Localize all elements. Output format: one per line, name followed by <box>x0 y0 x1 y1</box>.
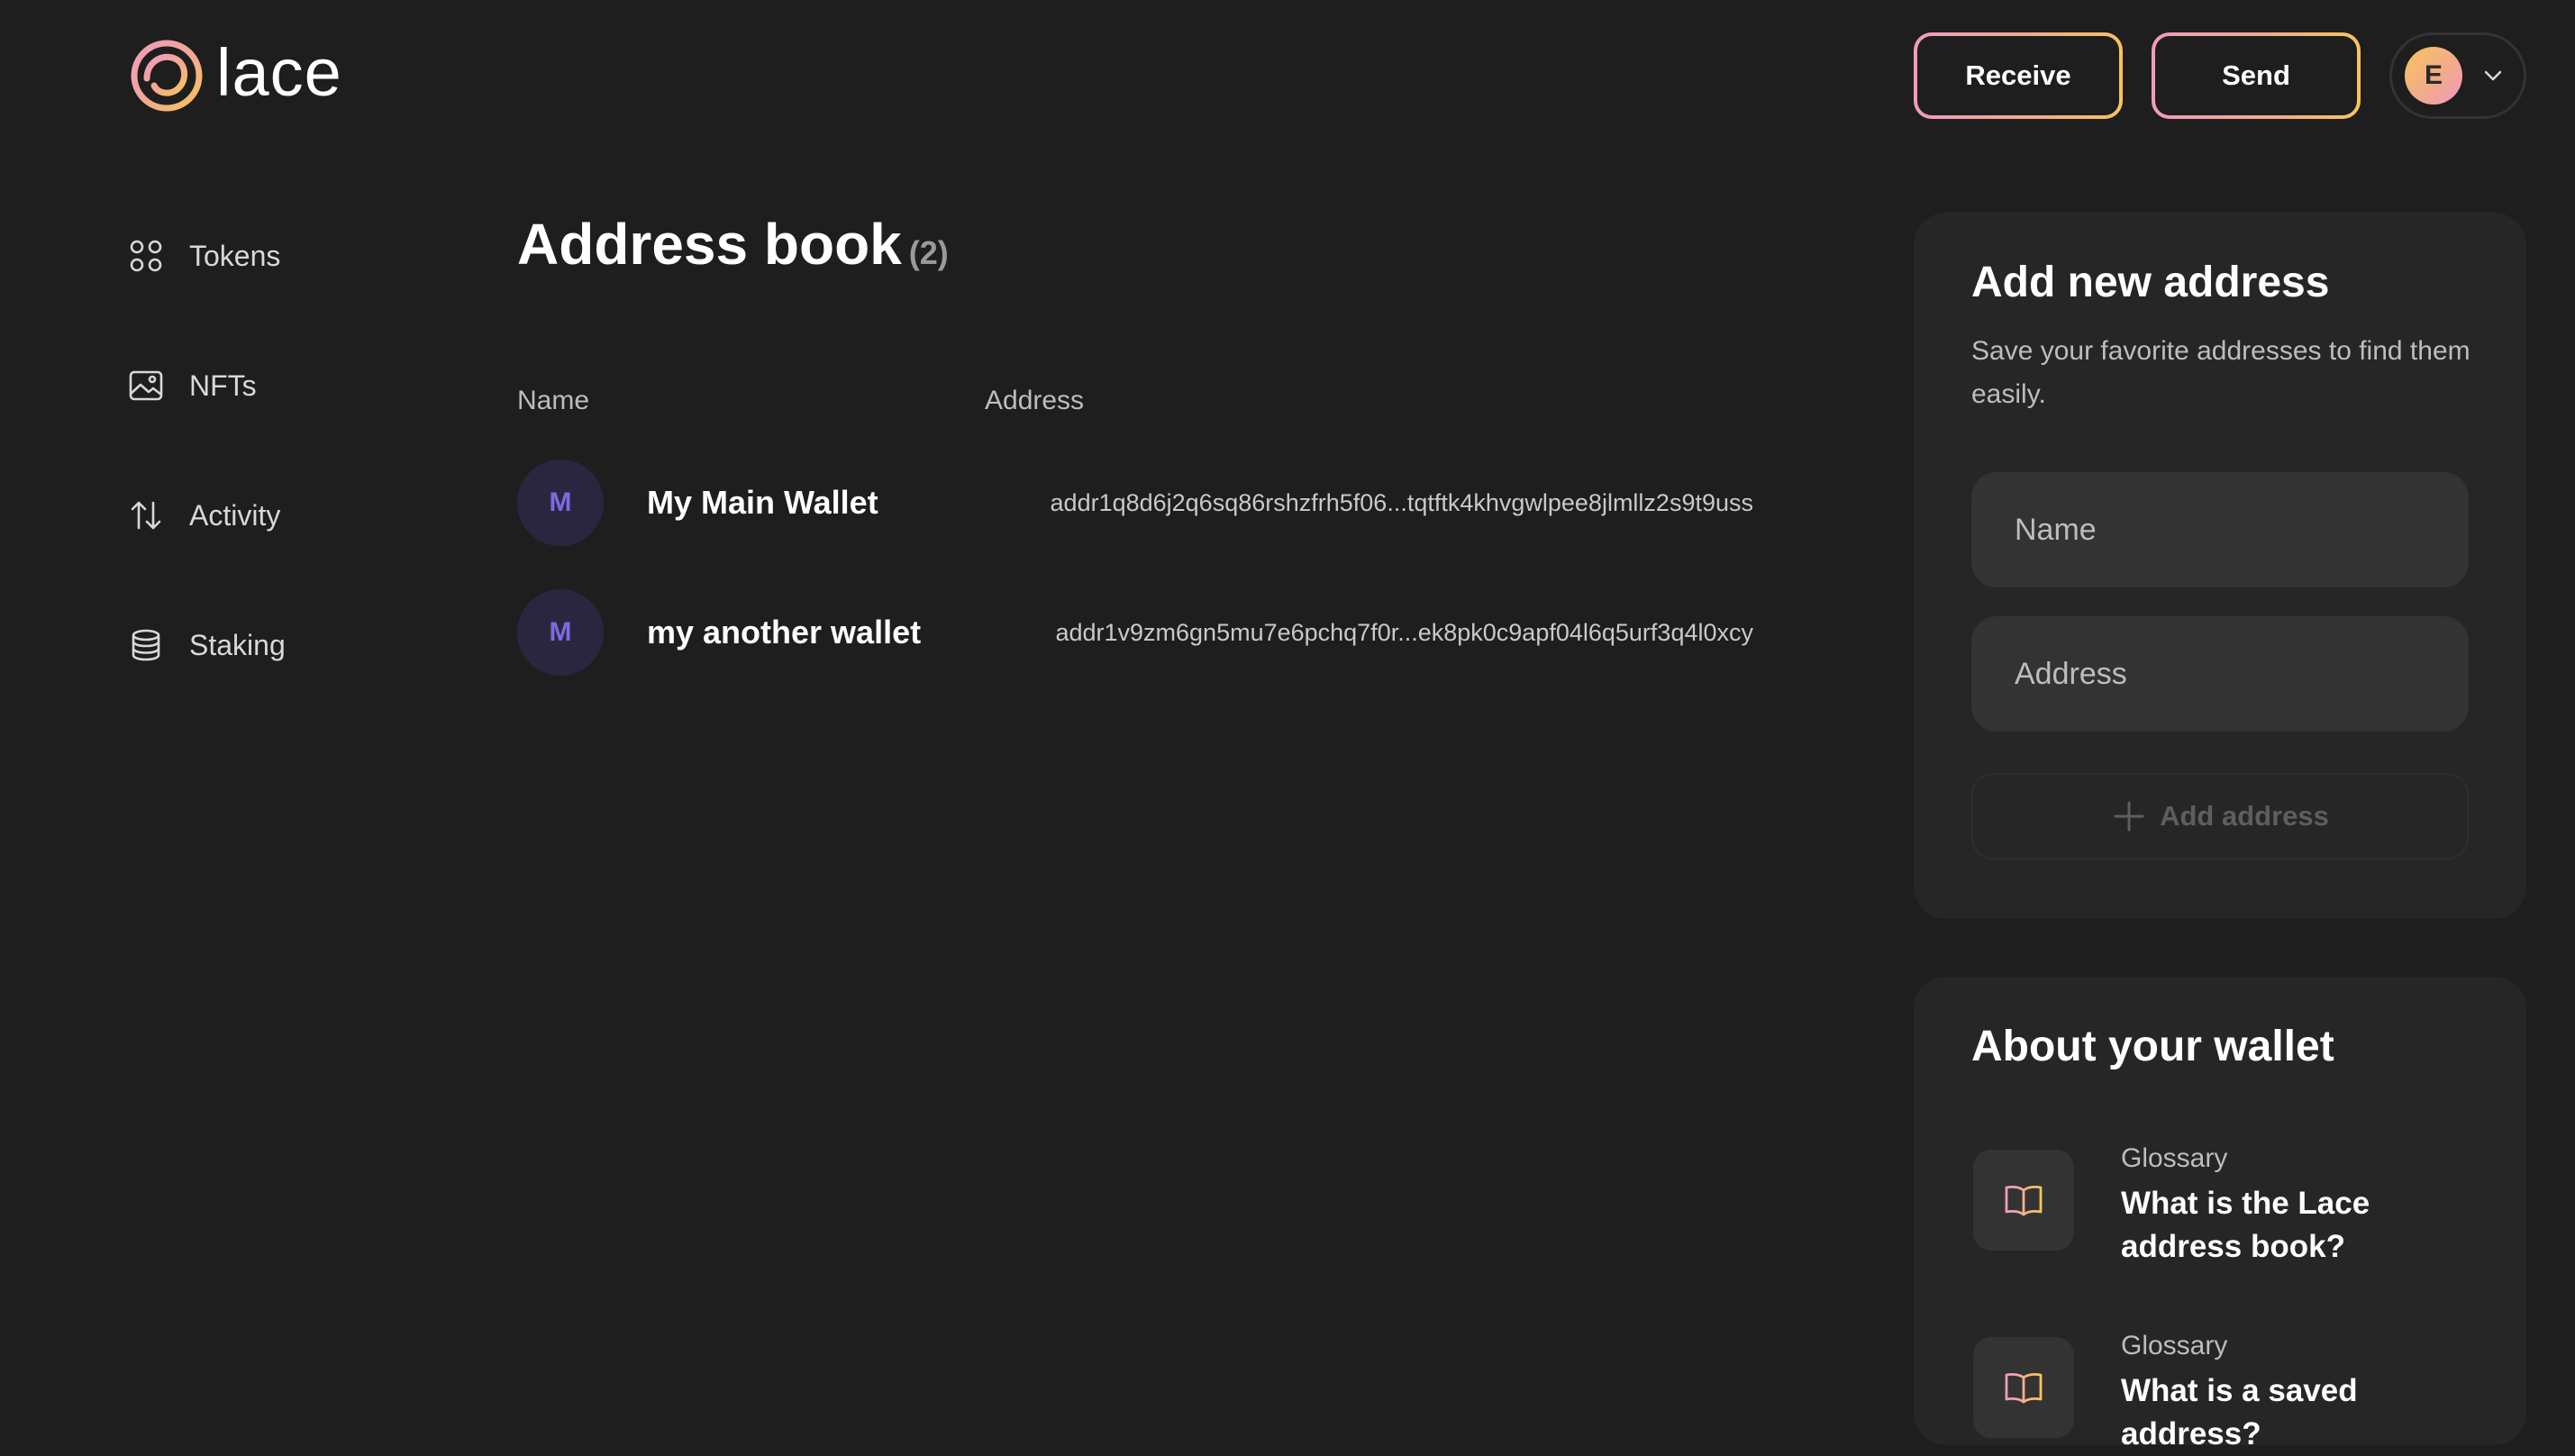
sidebar-item-label: Tokens <box>189 239 281 272</box>
glossary-item[interactable]: Glossary What is a saved address? <box>1973 1328 2391 1456</box>
glossary-question: What is the Lace address book? <box>2121 1186 2370 1264</box>
glossary-question: What is a saved address? <box>2121 1373 2358 1451</box>
sidebar-item-label: NFTs <box>189 369 257 402</box>
book-icon <box>1973 1337 2074 1438</box>
send-button[interactable]: Send <box>2152 32 2361 119</box>
avatar: E <box>2405 47 2462 105</box>
page-title-text: Address book <box>517 212 902 277</box>
column-header-name: Name <box>517 386 590 415</box>
add-address-card: Add new address Save your favorite addre… <box>1914 213 2526 919</box>
glossary-category: Glossary <box>2121 1143 2228 1173</box>
add-address-title: Add new address <box>1971 259 2330 306</box>
avatar: M <box>517 460 604 546</box>
chevron-down-icon <box>2484 70 2502 81</box>
image-icon <box>129 370 163 401</box>
glossary-item[interactable]: Glossary What is the Lace address book? <box>1973 1141 2391 1269</box>
lace-logo[interactable]: lace <box>130 36 342 115</box>
add-address-button-label: Add address <box>2160 800 2329 832</box>
receive-button-label: Receive <box>1917 36 2119 115</box>
address-count: (2) <box>908 234 949 271</box>
sidebar-item-staking[interactable]: Staking <box>128 618 286 672</box>
arrows-up-down-icon <box>131 501 161 530</box>
contact-address: addr1q8d6j2q6sq86rshzfrh5f06...tqtftk4kh… <box>1050 488 1753 516</box>
send-button-label: Send <box>2155 36 2357 115</box>
sidebar-item-label: Staking <box>189 628 286 661</box>
page-title: Address book (2) <box>517 211 949 278</box>
database-icon <box>132 629 160 661</box>
column-header-address: Address <box>985 386 1085 415</box>
table-row[interactable]: M my another wallet addr1v9zm6gn5mu7e6pc… <box>517 589 1753 676</box>
sidebar-item-nfts[interactable]: NFTs <box>128 359 257 413</box>
profile-menu-button[interactable]: E <box>2389 32 2526 119</box>
about-wallet-title: About your wallet <box>1971 1023 2334 1070</box>
contact-address: addr1v9zm6gn5mu7e6pchq7f0r...ek8pk0c9apf… <box>1055 618 1753 646</box>
sidebar-item-tokens[interactable]: Tokens <box>128 229 280 283</box>
receive-button[interactable]: Receive <box>1914 32 2123 119</box>
address-field[interactable] <box>1971 616 2469 732</box>
sidebar-item-activity[interactable]: Activity <box>128 488 280 542</box>
avatar: M <box>517 589 604 676</box>
add-address-button[interactable]: Add address <box>1971 773 2469 860</box>
book-icon <box>1973 1150 2074 1251</box>
contact-name: my another wallet <box>647 614 922 651</box>
glossary-category: Glossary <box>2121 1331 2228 1360</box>
sidebar-item-label: Activity <box>189 498 281 532</box>
grid-icon <box>130 240 162 272</box>
name-field[interactable] <box>1971 472 2469 587</box>
about-wallet-card: About your wallet Glossary What is the L… <box>1914 977 2526 1451</box>
lace-logo-icon <box>131 40 203 112</box>
table-row[interactable]: M My Main Wallet addr1q8d6j2q6sq86rshzfr… <box>517 460 1753 546</box>
contact-name: My Main Wallet <box>647 484 878 521</box>
add-address-subtitle: Save your favorite addresses to find the… <box>1971 336 2470 409</box>
logo-text: lace <box>216 35 342 110</box>
plus-icon <box>2114 801 2144 832</box>
